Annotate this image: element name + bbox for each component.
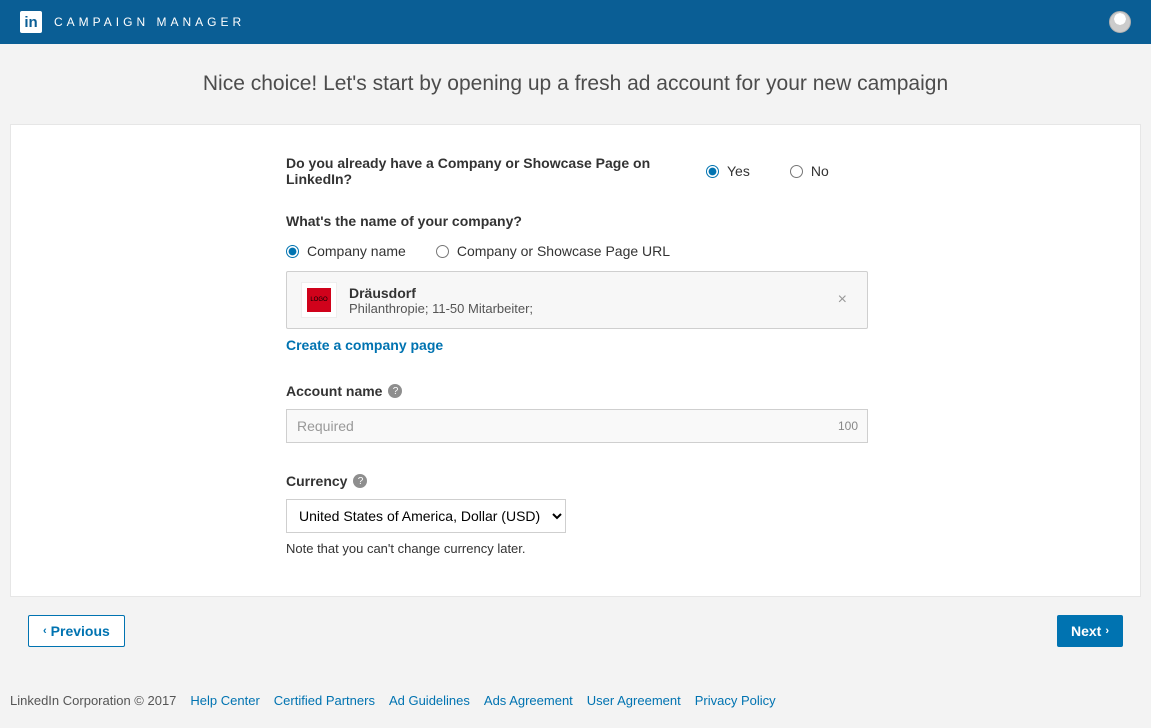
footer: LinkedIn Corporation © 2017 Help Center … (0, 675, 1151, 728)
create-company-link[interactable]: Create a company page (286, 337, 443, 353)
chevron-left-icon: ‹ (43, 625, 47, 637)
previous-button[interactable]: ‹ Previous (28, 615, 125, 647)
footer-link-user-agreement[interactable]: User Agreement (587, 693, 681, 708)
footer-link-privacy[interactable]: Privacy Policy (695, 693, 776, 708)
radio-company-name-label: Company name (307, 243, 406, 259)
radio-company-url[interactable]: Company or Showcase Page URL (436, 243, 670, 259)
company-logo: LOGO (301, 282, 337, 318)
radio-yes-label: Yes (727, 163, 750, 179)
chevron-right-icon: › (1105, 625, 1109, 637)
avatar[interactable] (1109, 11, 1131, 33)
footer-copyright: LinkedIn Corporation © 2017 (10, 693, 176, 708)
previous-button-label: Previous (51, 623, 110, 639)
account-name-label: Account name (286, 383, 382, 399)
next-button[interactable]: Next › (1057, 615, 1123, 647)
radio-company-url-label: Company or Showcase Page URL (457, 243, 670, 259)
footer-link-help[interactable]: Help Center (190, 693, 259, 708)
radio-no-label: No (811, 163, 829, 179)
radio-yes-input[interactable] (706, 165, 719, 178)
linkedin-logo-icon: in (20, 11, 42, 33)
help-icon[interactable]: ? (388, 384, 402, 398)
help-icon[interactable]: ? (353, 474, 367, 488)
currency-select[interactable]: United States of America, Dollar (USD) (286, 499, 566, 533)
radio-company-url-input[interactable] (436, 245, 449, 258)
currency-note: Note that you can't change currency late… (286, 541, 868, 556)
account-name-input[interactable] (286, 409, 868, 443)
footer-link-partners[interactable]: Certified Partners (274, 693, 375, 708)
selected-company-card: LOGO Dräusdorf Philanthropie; 11-50 Mita… (286, 271, 868, 329)
clear-company-icon[interactable]: × (832, 291, 853, 309)
footer-link-guidelines[interactable]: Ad Guidelines (389, 693, 470, 708)
radio-yes[interactable]: Yes (706, 163, 750, 179)
question-has-page: Do you already have a Company or Showcas… (286, 155, 706, 187)
page-title: Nice choice! Let's start by opening up a… (10, 54, 1141, 124)
radio-company-name-input[interactable] (286, 245, 299, 258)
footer-link-ads-agreement[interactable]: Ads Agreement (484, 693, 573, 708)
company-name: Dräusdorf (349, 285, 820, 301)
currency-label: Currency (286, 473, 347, 489)
radio-no-input[interactable] (790, 165, 803, 178)
char-count: 100 (838, 419, 858, 433)
app-title: CAMPAIGN MANAGER (54, 15, 245, 29)
question-company-name: What's the name of your company? (286, 213, 868, 229)
next-button-label: Next (1071, 623, 1101, 639)
radio-no[interactable]: No (790, 163, 829, 179)
company-meta: Philanthropie; 11-50 Mitarbeiter; (349, 301, 820, 316)
radio-company-name[interactable]: Company name (286, 243, 406, 259)
